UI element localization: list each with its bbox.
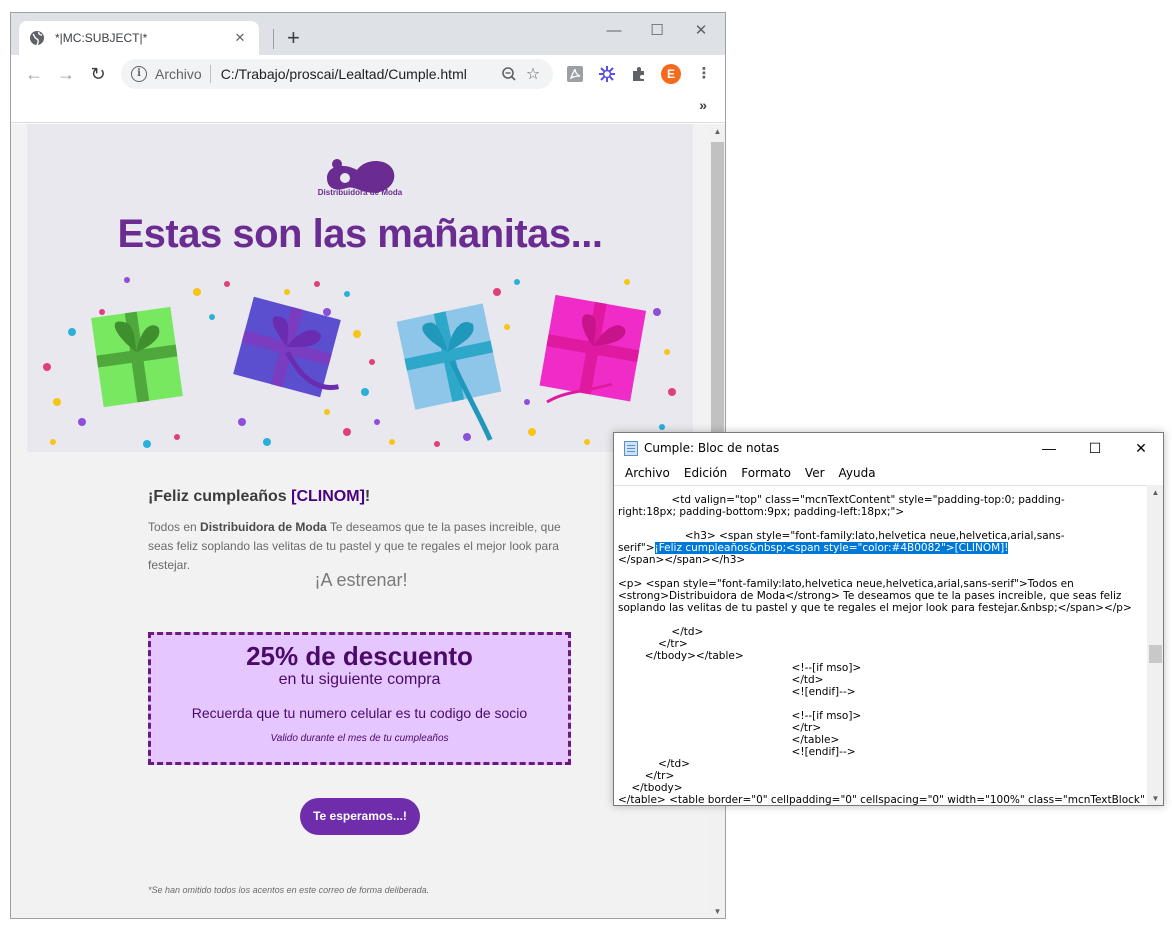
coupon-title: 25% de descuento (246, 641, 473, 671)
code-line: </tbody></table> (618, 650, 744, 662)
code-line: </table> (618, 734, 840, 746)
notepad-window: Cumple: Bloc de notas — ☐ ✕ Archivo Edic… (613, 432, 1164, 806)
code-line: </tbody> (618, 782, 683, 794)
notepad-icon (624, 441, 638, 456)
minimize-icon[interactable]: — (1026, 433, 1072, 463)
url-scheme: Archivo (155, 66, 202, 82)
url-divider (209, 65, 211, 83)
scroll-up-icon[interactable]: ▲ (709, 124, 725, 140)
info-icon[interactable]: i (131, 66, 147, 82)
menu-edicion[interactable]: Edición (677, 463, 734, 485)
code-line: </td> (618, 674, 824, 686)
gifts-illustration (43, 277, 676, 448)
avatar[interactable]: E (661, 64, 681, 84)
tab-title: *|MC:SUBJECT|* (55, 31, 148, 45)
extension-icon[interactable] (597, 64, 617, 84)
coupon-note: Recuerda que tu numero celular es tu cod… (191, 705, 528, 721)
tab-strip: *|MC:SUBJECT|* ✕ + — ☐ ✕ (11, 13, 725, 55)
logo-text: Distribuidora de Moda (317, 188, 403, 197)
bookmarks-overflow-icon[interactable]: » (699, 97, 707, 113)
code-line: soplando las velitas de tu pastel y que … (618, 602, 1132, 614)
window-close-icon[interactable]: ✕ (681, 17, 721, 45)
bookmarks-bar: » (11, 93, 725, 123)
code-line: <td valign="top" class="mcnTextContent" … (618, 494, 1065, 506)
menu-archivo[interactable]: Archivo (618, 463, 677, 485)
greeting-heading: ¡Feliz cumpleaños [CLINOM]! (148, 488, 371, 505)
coupon-subtitle: en tu siguiente compra (278, 671, 441, 688)
notepad-scrollbar[interactable]: ▲ ▼ (1147, 485, 1163, 805)
scroll-thumb[interactable] (711, 142, 724, 442)
star-icon[interactable]: ☆ (521, 64, 545, 84)
browser-tab[interactable]: *|MC:SUBJECT|* ✕ (19, 21, 259, 55)
code-line: </td> (618, 626, 704, 638)
reload-icon[interactable]: ↻ (87, 63, 109, 85)
code-line-selection: serif">¡Feliz cumpleaños&nbsp;<span styl… (618, 542, 1009, 554)
browser-toolbar: ← → ↻ i Archivo C:/Trabajo/proscai/Lealt… (11, 55, 725, 93)
hero-title: Estas son las mañanitas... (117, 212, 604, 256)
code-after: </span></span></h3> <p> <span style="fon… (618, 554, 1145, 806)
brand-name: Distribuidora de Moda (200, 520, 327, 534)
maximize-icon[interactable]: ☐ (637, 17, 677, 45)
code-line: </tr> (618, 638, 688, 650)
notepad-title: Cumple: Bloc de notas (644, 441, 780, 455)
code-line: </tr> (618, 722, 822, 734)
url-text[interactable]: C:/Trabajo/proscai/Lealtad/Cumple.html (221, 66, 497, 82)
zoom-icon[interactable] (497, 66, 521, 82)
discount-coupon: 25% de descuento en tu siguiente compra … (148, 632, 571, 765)
code-line: </table> <table border="0" cellpadding="… (618, 794, 1145, 806)
globe-icon (30, 31, 44, 46)
close-icon[interactable]: ✕ (231, 30, 249, 46)
code-line: <!--[if mso]> (618, 662, 862, 674)
customer-name: [CLINOM] (291, 488, 365, 505)
footnote: *Se han omitido todos los acentos en est… (148, 885, 430, 895)
code-line: <![endif]--> (618, 686, 856, 698)
notepad-titlebar[interactable]: Cumple: Bloc de notas — ☐ ✕ (614, 433, 1163, 463)
menu-icon[interactable]: ⋮ (694, 64, 714, 84)
code-line: <strong>Distribuidora de Moda</strong> T… (618, 590, 1122, 602)
selected-text[interactable]: ¡Feliz cumpleaños&nbsp;<span style="colo… (654, 542, 1009, 554)
coupon-validity: Valido durante el mes de tu cumpleaños (270, 733, 449, 744)
scroll-up-icon[interactable]: ▲ (1147, 485, 1163, 501)
cta-button[interactable]: Te esperamos...! (300, 798, 420, 835)
code-line: <p> <span style="font-family:lato,helvet… (618, 578, 1074, 590)
menu-formato[interactable]: Formato (734, 463, 798, 485)
code-line: <![endif]--> (618, 746, 856, 758)
code-text: <td valign="top" class="mcnTextContent" … (618, 494, 1145, 806)
hero-banner: Distribuidora de Moda Estas son las maña… (27, 124, 693, 452)
menu-ayuda[interactable]: Ayuda (832, 463, 883, 485)
code-line: </td> (618, 758, 690, 770)
notepad-editor[interactable]: <td valign="top" class="mcnTextContent" … (614, 485, 1147, 806)
menu-ver[interactable]: Ver (798, 463, 832, 485)
tab-separator (273, 29, 274, 49)
code-line: right:18px; padding-bottom:9px; padding-… (618, 506, 905, 518)
estrenar-heading: ¡A estrenar! (314, 570, 408, 590)
code-line: <h3> <span style="font-family:lato,helve… (618, 530, 1065, 542)
puzzle-icon[interactable] (629, 64, 649, 84)
code-line: <!--[if mso]> (618, 710, 862, 722)
back-icon[interactable]: ← (23, 63, 45, 85)
scroll-down-icon[interactable]: ▼ (1147, 791, 1163, 805)
code-line: </span></span></h3> (618, 554, 746, 566)
forward-icon[interactable]: → (55, 63, 77, 85)
close-icon[interactable]: ✕ (1118, 433, 1163, 463)
page-viewport: Distribuidora de Moda Estas son las maña… (11, 124, 709, 918)
scroll-thumb[interactable] (1149, 645, 1162, 663)
pdf-extension-icon[interactable] (565, 64, 585, 84)
code-line: </tr> (618, 770, 675, 782)
brand-logo (327, 159, 395, 193)
notepad-menubar: Archivo Edición Formato Ver Ayuda (614, 463, 1163, 485)
scroll-down-icon[interactable]: ▼ (709, 904, 725, 918)
maximize-icon[interactable]: ☐ (1072, 433, 1118, 463)
body-paragraph: Todos en Distribuidora de Moda Te deseam… (148, 520, 561, 572)
new-tab-button[interactable]: + (287, 25, 300, 51)
address-bar[interactable]: i Archivo C:/Trabajo/proscai/Lealtad/Cum… (121, 59, 553, 89)
minimize-icon[interactable]: — (594, 17, 634, 45)
